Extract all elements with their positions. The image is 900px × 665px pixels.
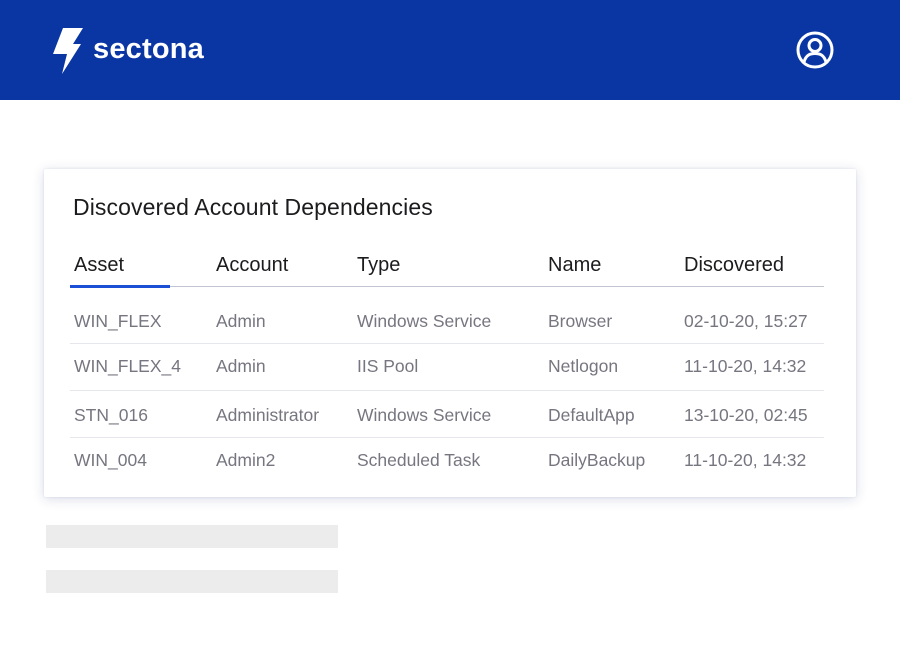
- table-row[interactable]: WIN_FLEX_4 Admin IIS Pool Netlogon 11-10…: [70, 344, 824, 391]
- cell-discovered: 02-10-20, 15:27: [684, 311, 808, 331]
- user-account-button[interactable]: [795, 30, 835, 70]
- column-header-asset[interactable]: Asset: [74, 254, 124, 277]
- column-header-name[interactable]: Name: [548, 254, 601, 277]
- column-header-account[interactable]: Account: [216, 254, 288, 277]
- cell-account: Admin: [216, 356, 266, 376]
- cell-name: Netlogon: [548, 356, 619, 376]
- table-row[interactable]: WIN_FLEX Admin Windows Service Browser 0…: [70, 297, 824, 344]
- cell-discovered: 11-10-20, 14:32: [684, 450, 807, 470]
- card-title: Discovered Account Dependencies: [73, 194, 433, 220]
- skeleton-placeholder: [46, 525, 338, 548]
- column-header-type[interactable]: Type: [357, 254, 400, 277]
- cell-type: Windows Service: [357, 311, 492, 331]
- cell-account: Admin: [216, 311, 266, 331]
- cell-name: DefaultApp: [548, 405, 635, 425]
- cell-discovered: 13-10-20, 02:45: [684, 405, 808, 425]
- table-header: Asset Account Type Name Discovered: [70, 249, 824, 288]
- cell-account: Administrator: [216, 405, 320, 425]
- cell-asset: STN_016: [74, 405, 148, 425]
- cell-name: DailyBackup: [548, 450, 646, 470]
- cell-name: Browser: [548, 311, 613, 331]
- lightning-bolt-icon: [50, 28, 84, 74]
- cell-type: IIS Pool: [357, 356, 419, 376]
- brand-logo[interactable]: sectona: [50, 28, 204, 74]
- cell-asset: WIN_FLEX: [74, 311, 162, 331]
- cell-type: Scheduled Task: [357, 450, 481, 470]
- skeleton-placeholder: [46, 570, 338, 593]
- user-circle-icon: [795, 30, 835, 70]
- brand-name: sectona: [93, 32, 204, 65]
- cell-type: Windows Service: [357, 405, 492, 425]
- table-row[interactable]: STN_016 Administrator Windows Service De…: [70, 391, 824, 438]
- top-navbar: sectona: [0, 0, 900, 100]
- cell-discovered: 11-10-20, 14:32: [684, 356, 807, 376]
- cell-asset: WIN_FLEX_4: [74, 356, 181, 376]
- cell-asset: WIN_004: [74, 450, 147, 470]
- column-header-discovered[interactable]: Discovered: [684, 254, 784, 277]
- active-column-indicator: [70, 285, 170, 288]
- table-row[interactable]: WIN_004 Admin2 Scheduled Task DailyBacku…: [70, 438, 824, 485]
- cell-account: Admin2: [216, 450, 276, 470]
- dependencies-card: Discovered Account Dependencies Asset Ac…: [44, 169, 856, 497]
